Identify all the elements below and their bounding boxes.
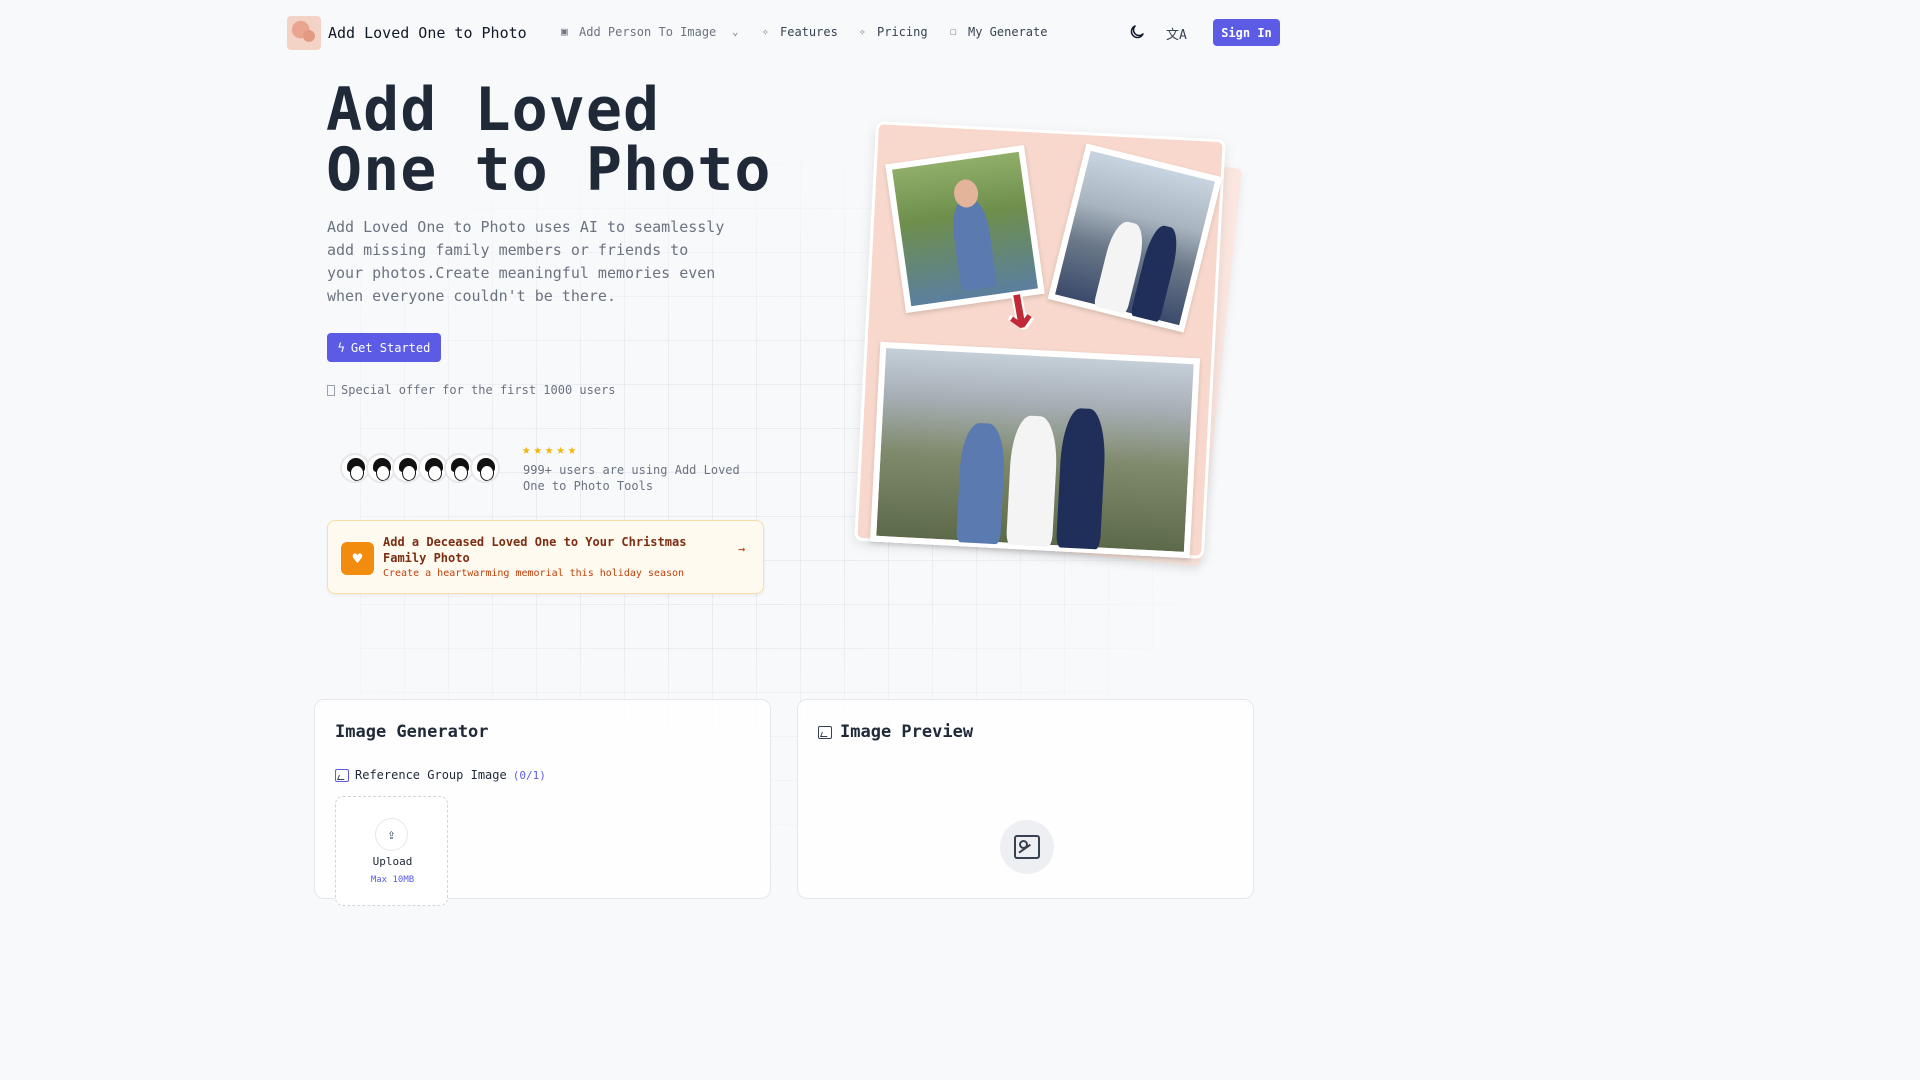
image-icon <box>335 768 349 782</box>
panel-title-wrap: Image Preview <box>818 722 973 742</box>
chevron-down-icon: ⌄ <box>732 26 739 38</box>
arrow-right-icon: → <box>738 542 746 556</box>
robot-icon: ▣ <box>561 25 568 38</box>
upload-icon: ⇪ <box>375 818 408 851</box>
avatar <box>470 453 500 483</box>
promo-subtitle: Create a heartwarming memorial this holi… <box>383 568 685 579</box>
hero-title-line: One to Photo <box>326 135 772 205</box>
brand-logo[interactable] <box>287 16 321 50</box>
user-avatars <box>340 453 500 483</box>
nav-item-label: Features <box>780 25 838 39</box>
star-icon: ★ <box>567 442 577 458</box>
special-offer-text: Special offer for the first 1000 users <box>341 383 616 397</box>
star-icon: ★ <box>522 442 531 458</box>
upload-label: Upload <box>372 855 413 868</box>
get-started-button[interactable]: ϟ Get Started <box>327 333 441 362</box>
reference-count: (0/1) <box>512 768 546 782</box>
hero-title-line: Add Loved <box>326 75 661 145</box>
nav-item-my-generate[interactable]: ☐ My Generate <box>950 25 1047 39</box>
image-preview-panel: Image Preview <box>797 699 1254 899</box>
lightning-icon: ϟ <box>337 340 345 355</box>
reference-label-text: Reference Group Image <box>355 768 507 782</box>
sparkles-icon: ✧ <box>762 25 769 38</box>
gift-icon <box>327 384 335 396</box>
heart-icon: ♥ <box>341 542 374 575</box>
nav-item-add-person[interactable]: ▣ Add Person To Image ⌄ <box>561 25 738 39</box>
image-placeholder-icon <box>1014 835 1040 859</box>
image-icon <box>818 725 832 739</box>
hero-description: Add Loved One to Photo uses AI to seamle… <box>327 218 725 305</box>
panel-title: Image Generator <box>335 722 489 742</box>
rating-stars: ★ ★ ★ ★ ★ <box>522 442 576 458</box>
external-box-icon: ☐ <box>950 25 957 38</box>
star-icon: ★ <box>556 442 565 458</box>
users-count-text: 999+ users are using Add Loved One to Ph… <box>523 463 740 493</box>
nav-item-label: My Generate <box>968 25 1048 39</box>
special-offer: Special offer for the first 1000 users <box>327 383 616 397</box>
christmas-promo-card[interactable]: ♥ Add a Deceased Loved One to Your Chris… <box>327 520 764 594</box>
nav-item-label: Pricing <box>877 25 928 39</box>
reference-group-label: Reference Group Image (0/1) <box>335 768 546 782</box>
get-started-label: Get Started <box>350 340 431 355</box>
photo-combined-result <box>869 341 1201 559</box>
nav-item-label: Add Person To Image <box>579 25 717 39</box>
brand-name[interactable]: Add Loved One to Photo <box>328 24 527 42</box>
hero-collage-image: ↓ <box>854 120 1245 567</box>
nav-item-features[interactable]: ✧ Features <box>762 25 838 39</box>
nav-item-pricing[interactable]: ✧ Pricing <box>859 25 928 39</box>
panel-title: Image Preview <box>840 722 974 742</box>
top-navbar: Add Loved One to Photo ▣ Add Person To I… <box>0 0 1568 66</box>
translate-icon[interactable]: 文A <box>1166 24 1187 43</box>
sparkles-icon: ✧ <box>859 25 866 38</box>
image-generator-panel: Image Generator Reference Group Image (0… <box>314 699 771 906</box>
sign-in-button[interactable]: Sign In <box>1213 19 1280 46</box>
star-icon: ★ <box>544 442 554 458</box>
hero-title: Add Loved One to Photo <box>326 80 771 200</box>
upload-dropzone[interactable]: ⇪ Upload Max 10MB <box>335 796 448 906</box>
promo-title: Add a Deceased Loved One to Your Christm… <box>383 535 687 565</box>
moon-icon[interactable] <box>1128 23 1146 41</box>
preview-placeholder <box>1000 820 1054 874</box>
star-icon: ★ <box>533 442 542 458</box>
upload-max-size: Max 10MB <box>370 875 415 885</box>
